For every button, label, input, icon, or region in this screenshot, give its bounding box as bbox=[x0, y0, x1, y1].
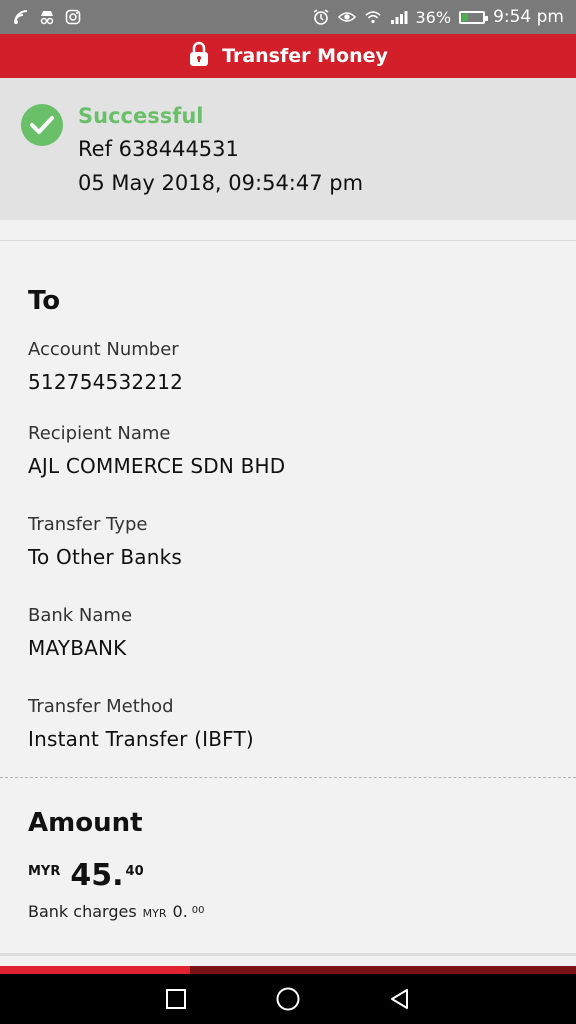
section-title-amount: Amount bbox=[28, 808, 143, 838]
field-label-transfer-type: Transfer Type bbox=[28, 514, 148, 535]
circle-icon bbox=[276, 987, 300, 1011]
amount-value: 45. bbox=[70, 858, 124, 893]
lock-icon bbox=[188, 41, 210, 72]
progress-bar bbox=[0, 966, 576, 974]
section-divider bbox=[0, 777, 576, 778]
amount-display: MYR 45. 40 bbox=[28, 858, 144, 894]
wifi-calling-icon bbox=[12, 8, 30, 26]
divider bbox=[0, 240, 576, 241]
field-value-recipient-name: AJL COMMERCE SDN BHD bbox=[28, 454, 286, 478]
bank-charges-value: 0. bbox=[172, 902, 188, 921]
instagram-icon bbox=[64, 8, 82, 26]
recents-button[interactable] bbox=[156, 979, 196, 1019]
progress-bar-fill bbox=[0, 966, 191, 974]
status-text-group: Successful Ref 638444531 05 May 2018, 09… bbox=[78, 100, 363, 200]
status-banner: Successful Ref 638444531 05 May 2018, 09… bbox=[0, 78, 576, 220]
status-bar-left bbox=[12, 8, 82, 26]
status-bar-right: 36% 9:54 pm bbox=[312, 7, 564, 27]
field-label-transfer-method: Transfer Method bbox=[28, 696, 174, 717]
battery-level-fill bbox=[462, 13, 468, 21]
alarm-icon bbox=[312, 8, 330, 26]
field-value-transfer-method: Instant Transfer (IBFT) bbox=[28, 727, 254, 751]
clock: 9:54 pm bbox=[493, 7, 564, 27]
battery-percent: 36% bbox=[415, 7, 452, 27]
app-header: Transfer Money bbox=[0, 34, 576, 78]
battery-icon bbox=[459, 10, 489, 24]
back-triangle-icon bbox=[391, 989, 408, 1009]
incognito-icon bbox=[38, 8, 56, 26]
system-navigation-bar bbox=[0, 974, 576, 1024]
reference-number: Ref 638444531 bbox=[78, 137, 239, 161]
divider-bottom bbox=[0, 953, 576, 956]
amount-cents: 40 bbox=[125, 864, 144, 879]
bank-charges: Bank charges MYR 0. 00 bbox=[28, 902, 205, 921]
check-icon bbox=[21, 104, 63, 146]
bank-charges-label: Bank charges bbox=[28, 902, 137, 921]
field-label-bank-name: Bank Name bbox=[28, 605, 133, 626]
field-label-recipient-name: Recipient Name bbox=[28, 423, 171, 444]
bank-charges-cents: 00 bbox=[191, 905, 205, 916]
square-icon bbox=[166, 989, 186, 1009]
eye-icon bbox=[337, 8, 356, 26]
amount-currency: MYR bbox=[28, 864, 61, 879]
status-bar: 36% 9:54 pm bbox=[0, 0, 576, 34]
status-title: Successful bbox=[78, 104, 204, 128]
wifi-icon bbox=[364, 8, 382, 26]
page-title: Transfer Money bbox=[222, 45, 388, 67]
field-label-account-number: Account Number bbox=[28, 339, 179, 360]
field-value-account-number: 512754532212 bbox=[28, 370, 184, 394]
field-value-transfer-type: To Other Banks bbox=[28, 545, 183, 569]
back-button[interactable] bbox=[380, 979, 420, 1019]
signal-icon bbox=[390, 8, 408, 26]
bank-charges-currency: MYR bbox=[142, 907, 167, 920]
transaction-datetime: 05 May 2018, 09:54:47 pm bbox=[78, 171, 364, 195]
home-button[interactable] bbox=[268, 979, 308, 1019]
field-value-bank-name: MAYBANK bbox=[28, 636, 127, 660]
section-title-to: To bbox=[28, 286, 61, 316]
